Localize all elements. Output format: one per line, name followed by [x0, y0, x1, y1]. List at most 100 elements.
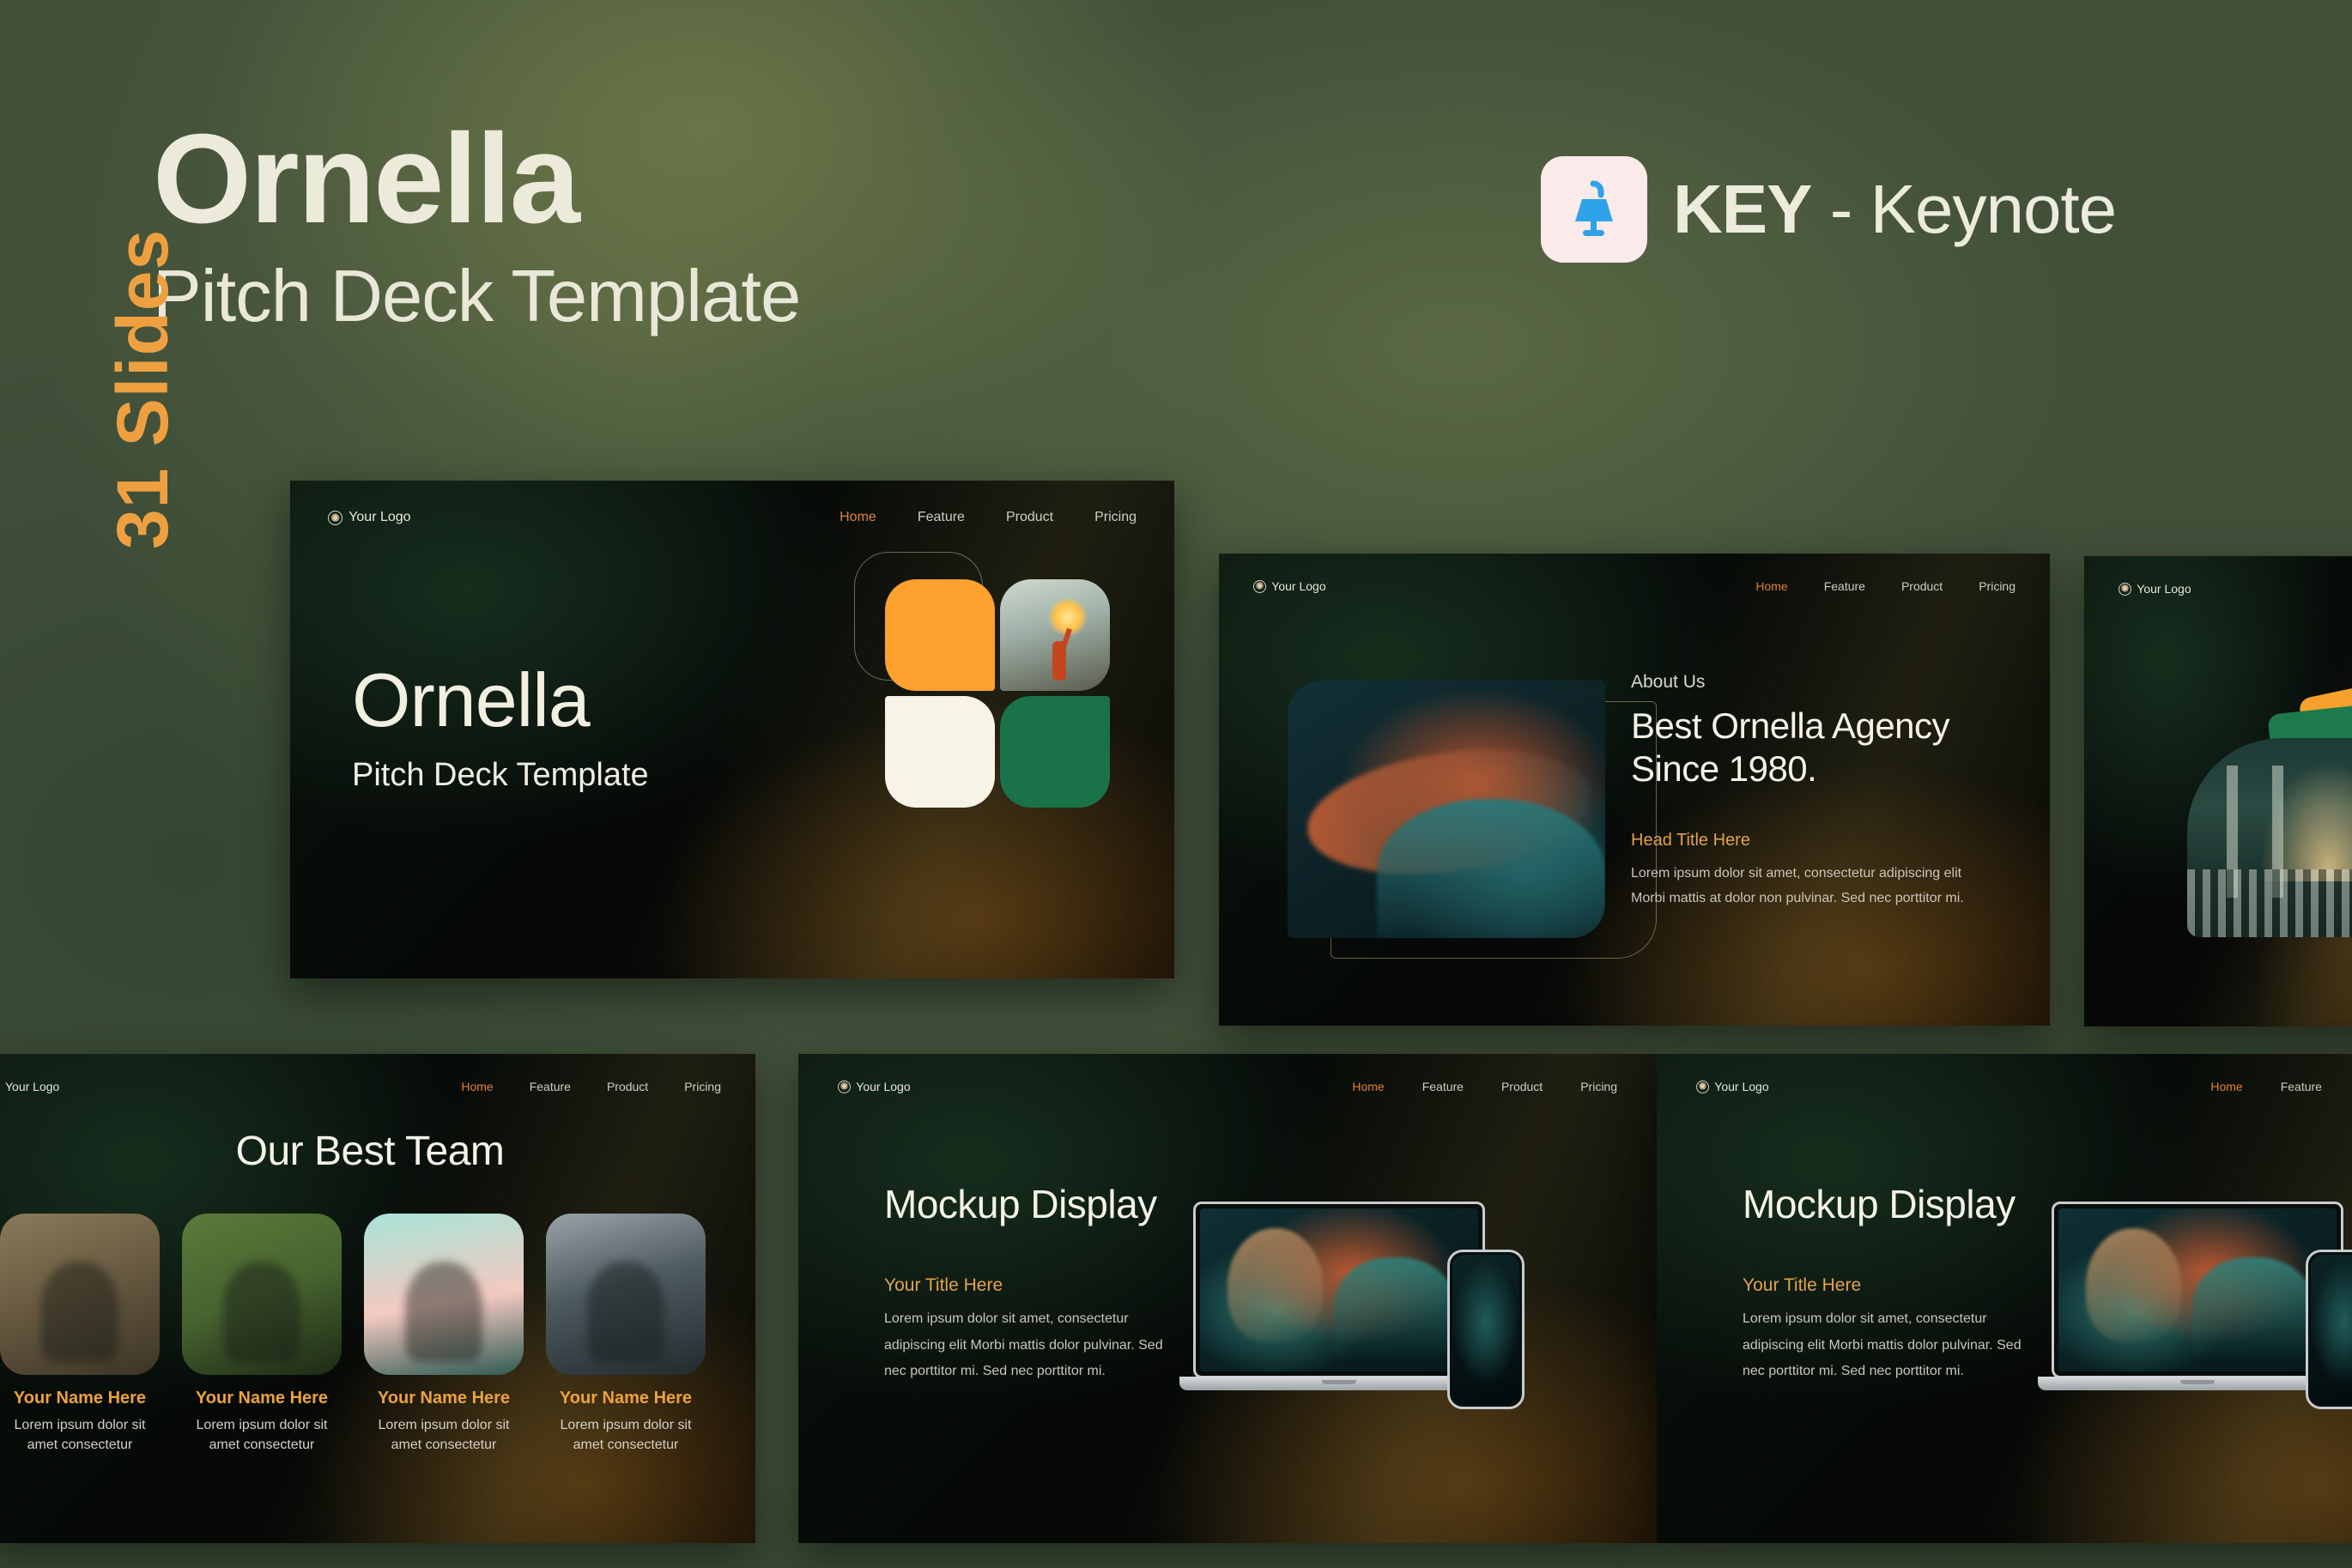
team-member-card[interactable]: Your Name Here Lorem ipsum dolor sit ame…: [364, 1214, 524, 1455]
nav-item-feature[interactable]: Feature: [1824, 579, 1865, 593]
mockup-title: Mockup Display: [884, 1182, 1157, 1226]
header: Ornella Pitch Deck Template KEY - Keynot…: [0, 0, 2352, 446]
nav-item-feature[interactable]: Feature: [530, 1080, 571, 1093]
team-member-name: Your Name Here: [13, 1389, 147, 1408]
slide-navbar: ◉ Your Logo Home Feature Product Pricing: [1657, 1054, 2352, 1093]
slide-logo[interactable]: ◉ Your Logo: [1696, 1080, 1769, 1093]
slide-navbar: Your Logo Home Feature Product Pricing: [0, 1054, 755, 1093]
phone-screen: [1452, 1255, 1519, 1404]
petal-green: [1000, 696, 1110, 808]
person-silhouette: [405, 1262, 482, 1362]
person-silhouette: [41, 1262, 118, 1362]
circle-logo-icon: ◉: [838, 1080, 851, 1093]
slide-logo-label: Your Logo: [5, 1080, 60, 1093]
team-photo: [182, 1214, 342, 1375]
laptop-lid: [2052, 1202, 2343, 1378]
about-body: Lorem ipsum dolor sit amet, consectetur …: [1631, 865, 1964, 906]
team-member-name: Your Name Here: [195, 1389, 329, 1408]
slide-thumbnail-hero[interactable]: ◉ Your Logo Home Feature Product Pricing…: [290, 481, 1174, 978]
team-member-card[interactable]: Your Name Here Lorem ipsum dolor sit ame…: [546, 1214, 706, 1455]
mockup-body: Lorem ipsum dolor sit amet, consectetur …: [1743, 1311, 2022, 1379]
nav-item-feature[interactable]: Feature: [2281, 1080, 2322, 1093]
nav-item-feature[interactable]: Feature: [918, 510, 965, 525]
keynote-label-bold: KEY: [1673, 171, 1812, 247]
slide-logo[interactable]: ◉ Your Logo: [328, 510, 411, 525]
team-member-card[interactable]: Your Name Here Lorem ipsum dolor sit ame…: [182, 1214, 342, 1455]
ribbon-teal-shape: [1376, 799, 1605, 938]
mockup-kicker: Your Title Here: [884, 1275, 1003, 1296]
slide-thumbnail-mockup-2[interactable]: ◉ Your Logo Home Feature Product Pricing…: [1657, 1054, 2352, 1543]
nav-item-product[interactable]: Product: [1501, 1080, 1543, 1093]
checkered-floor-shape: [2187, 869, 2352, 937]
nav-item-pricing[interactable]: Pricing: [1580, 1080, 1617, 1093]
team-member-card[interactable]: Your Name Here Lorem ipsum dolor sit ame…: [0, 1214, 160, 1455]
nav-item-pricing[interactable]: Pricing: [1094, 510, 1137, 525]
petal-photo: [1000, 579, 1110, 691]
slide-logo-label: Your Logo: [349, 510, 411, 524]
slide-navbar: ◉ Your Logo Home Feature Product Pricing: [1219, 554, 2050, 593]
nav-item-home[interactable]: Home: [461, 1080, 493, 1093]
team-member-name: Your Name Here: [377, 1389, 511, 1408]
nav-item-home[interactable]: Home: [1352, 1080, 1384, 1093]
phone-screen: [2311, 1255, 2352, 1404]
slide-menu: Home Feature Product Pricing: [840, 510, 1137, 525]
keynote-label: KEY - Keynote: [1673, 170, 2117, 249]
slide-logo[interactable]: Your Logo: [5, 1080, 59, 1093]
keynote-badge: KEY - Keynote: [1541, 156, 2117, 263]
team-photo: [546, 1214, 706, 1375]
about-eyebrow: About Us: [1631, 672, 1706, 692]
slide-thumbnail-about[interactable]: ◉ Your Logo Home Feature Product Pricing…: [1219, 554, 2050, 1026]
nav-item-home[interactable]: Home: [840, 510, 876, 525]
wallpaper-ribbon-2: [1333, 1257, 1457, 1362]
nav-item-product[interactable]: Product: [1901, 579, 1943, 593]
circle-logo-icon: ◉: [1253, 579, 1266, 593]
laptop-notch: [2180, 1380, 2215, 1384]
slide-thumbnail-hallway[interactable]: ◉ Your Logo: [2084, 556, 2352, 1026]
nav-item-product[interactable]: Product: [607, 1080, 648, 1093]
person-silhouette: [587, 1262, 664, 1362]
slide-logo-label: Your Logo: [856, 1080, 911, 1093]
nav-item-pricing[interactable]: Pricing: [684, 1080, 721, 1093]
mockup-kicker: Your Title Here: [1743, 1275, 1862, 1296]
title-block: Ornella Pitch Deck Template: [153, 116, 801, 336]
circle-logo-icon: ◉: [1696, 1080, 1709, 1093]
team-member-desc: Lorem ipsum dolor sit amet consectetur: [196, 1418, 328, 1453]
nav-item-pricing[interactable]: Pricing: [1979, 579, 2016, 593]
nav-item-product[interactable]: Product: [1006, 510, 1053, 525]
slide-menu: Home Feature Product Pricing: [2210, 1080, 2352, 1093]
slide-menu: Home Feature Product Pricing: [1352, 1080, 1617, 1093]
about-heading: Best Ornella Agency Since 1980.: [1631, 705, 1950, 790]
slide-logo[interactable]: ◉ Your Logo: [838, 1080, 911, 1093]
mockup-body: Lorem ipsum dolor sit amet, consectetur …: [884, 1311, 1163, 1379]
keynote-label-rest: - Keynote: [1811, 171, 2117, 247]
slide-logo-label: Your Logo: [1714, 1080, 1769, 1093]
hero-title: Ornella: [352, 657, 591, 742]
slide-thumbnail-mockup-1[interactable]: ◉ Your Logo Home Feature Product Pricing…: [798, 1054, 1657, 1543]
nav-item-home[interactable]: Home: [1755, 579, 1787, 593]
laptop-screen: [2058, 1208, 2337, 1371]
nav-item-feature[interactable]: Feature: [1422, 1080, 1464, 1093]
nav-item-home[interactable]: Home: [2210, 1080, 2242, 1093]
slide-menu: Home Feature Product Pricing: [1755, 579, 2016, 593]
slide-logo-label: Your Logo: [2137, 582, 2191, 596]
slides-count-label: 31 Slides: [102, 228, 183, 549]
hero-text-block: Ornella Pitch Deck Template: [352, 663, 649, 794]
team-member-name: Your Name Here: [559, 1389, 693, 1408]
keynote-icon-box: [1541, 156, 1647, 263]
slide-logo[interactable]: ◉ Your Logo: [2119, 582, 2191, 596]
keynote-podium-icon: [1575, 180, 1613, 236]
slide-logo[interactable]: ◉ Your Logo: [1253, 579, 1326, 593]
petal-orange: [885, 579, 995, 691]
wallpaper-ribbon-1: [2086, 1227, 2181, 1342]
slide-thumbnail-team[interactable]: Your Logo Home Feature Product Pricing O…: [0, 1054, 755, 1543]
team-title: Our Best Team: [235, 1129, 505, 1174]
wallpaper-ribbon-2: [2191, 1257, 2315, 1362]
hero-subtitle: Pitch Deck Template: [352, 757, 649, 793]
slide-navbar: ◉ Your Logo: [2084, 556, 2352, 596]
team-member-desc: Lorem ipsum dolor sit amet consectetur: [378, 1418, 510, 1453]
about-text-block: About Us Best Ornella Agency Since 1980.…: [1631, 672, 1991, 911]
device-mockup-group: [2038, 1202, 2352, 1425]
about-abstract-artwork: [1288, 681, 1605, 938]
slide-navbar: ◉ Your Logo Home Feature Product Pricing: [290, 481, 1174, 525]
about-kicker: Head Title Here: [1631, 830, 1750, 850]
